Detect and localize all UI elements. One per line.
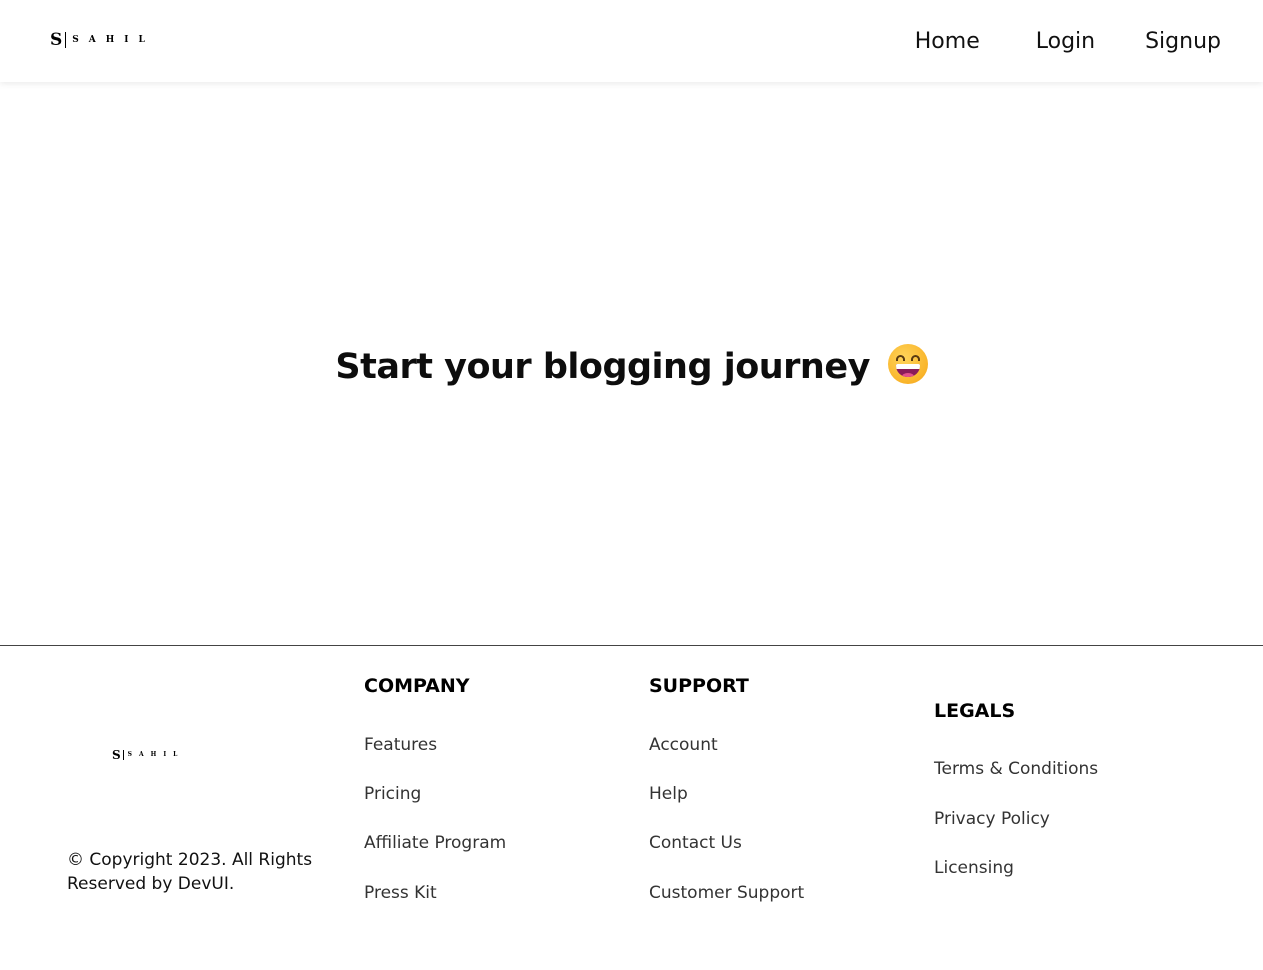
footer-link-contact-us[interactable]: Contact Us xyxy=(649,832,742,854)
footer-column-support: SUPPORT Account Help Contact Us Customer… xyxy=(649,674,804,903)
footer-column-company: COMPANY Features Pricing Affiliate Progr… xyxy=(364,674,506,903)
logo-initial: S xyxy=(50,29,63,50)
footer-logo-wordmark: SAHIL xyxy=(127,751,185,758)
nav-login-link[interactable]: Login xyxy=(1036,28,1095,56)
footer-link-account[interactable]: Account xyxy=(649,734,718,756)
navbar: S SAHIL Home Login Signup xyxy=(0,0,1263,82)
hero-title: Start your blogging journey xyxy=(335,347,870,387)
grinning-face-icon xyxy=(887,344,928,384)
nav-home-link[interactable]: Home xyxy=(915,28,980,56)
hero-section: Start your blogging journey xyxy=(0,82,1263,645)
footer-support-title: SUPPORT xyxy=(649,675,749,697)
footer-column-legals: LEGALS Terms & Conditions Privacy Policy… xyxy=(934,699,1098,878)
footer-logo-initial: S xyxy=(112,748,121,762)
nav-links: Home Login Signup xyxy=(915,28,1221,56)
emoji-mouth xyxy=(895,364,920,377)
emoji-tongue xyxy=(901,373,914,377)
footer-brand-logo[interactable]: S SAHIL xyxy=(112,749,184,761)
footer-link-licensing[interactable]: Licensing xyxy=(934,857,1014,879)
copyright-text: © Copyright 2023. All Rights Reserved by… xyxy=(67,850,313,894)
nav-signup-link[interactable]: Signup xyxy=(1145,28,1221,56)
footer-company-title: COMPANY xyxy=(364,675,470,697)
footer-link-help[interactable]: Help xyxy=(649,783,688,805)
brand-logo[interactable]: S SAHIL xyxy=(50,31,155,49)
footer-link-features[interactable]: Features xyxy=(364,734,437,756)
footer-legals-title: LEGALS xyxy=(934,700,1016,722)
footer-link-privacy-policy[interactable]: Privacy Policy xyxy=(934,808,1050,830)
footer-link-terms-conditions[interactable]: Terms & Conditions xyxy=(934,758,1098,780)
logo-divider xyxy=(65,32,67,48)
emoji-teeth xyxy=(895,364,920,369)
footer: S SAHIL © Copyright 2023. All Rights Res… xyxy=(0,645,1263,970)
footer-link-press-kit[interactable]: Press Kit xyxy=(364,882,437,904)
emoji-right-eye xyxy=(910,355,920,361)
footer-logo-divider xyxy=(122,750,124,760)
emoji-left-eye xyxy=(895,355,905,361)
footer-link-customer-support[interactable]: Customer Support xyxy=(649,882,804,904)
hero-title-row: Start your blogging journey xyxy=(0,344,1263,389)
logo-wordmark: SAHIL xyxy=(72,34,155,45)
footer-link-pricing[interactable]: Pricing xyxy=(364,783,421,805)
footer-link-affiliate-program[interactable]: Affiliate Program xyxy=(364,832,506,854)
